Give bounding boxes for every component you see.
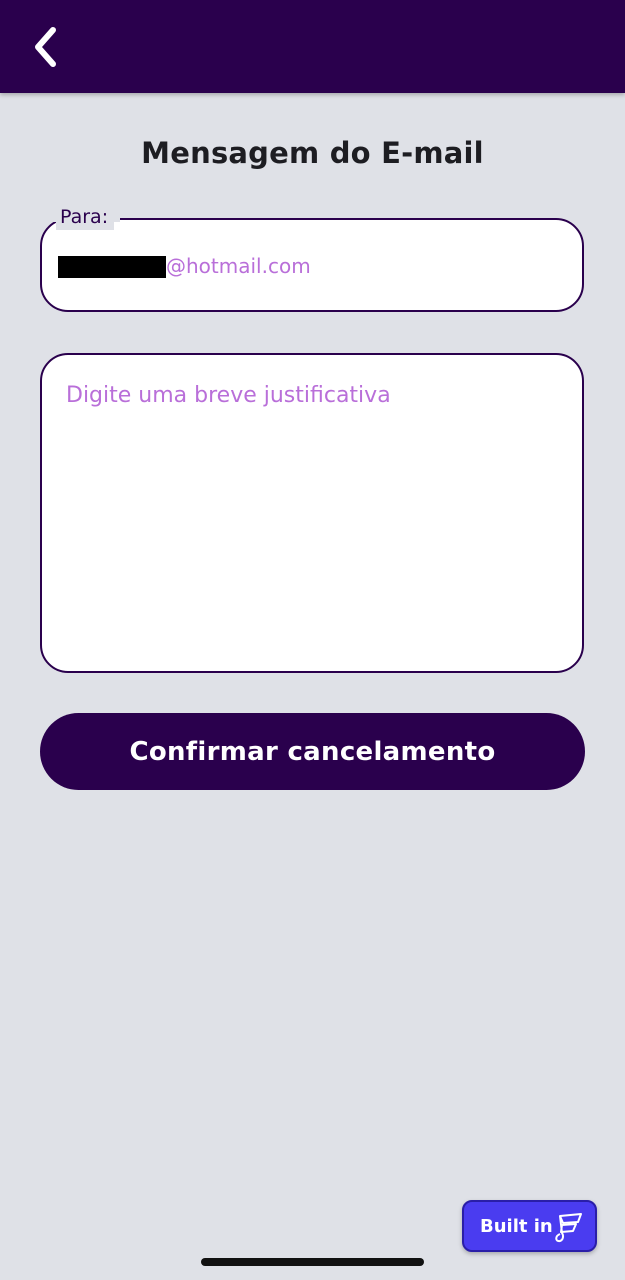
recipient-label: Para: (56, 204, 115, 230)
back-button[interactable] (24, 22, 68, 72)
built-in-badge[interactable]: Built in (462, 1200, 597, 1252)
justification-textarea[interactable] (40, 353, 584, 673)
home-indicator (201, 1258, 424, 1266)
chevron-left-icon (35, 27, 56, 67)
confirm-cancellation-button[interactable]: Confirmar cancelamento (40, 713, 585, 790)
page-title: Mensagem do E-mail (141, 136, 484, 170)
app-bar (0, 0, 625, 93)
built-in-label: Built in (480, 1215, 553, 1237)
recipient-email-domain: @hotmail.com (166, 254, 311, 278)
redacted-email-user (58, 256, 166, 278)
flutterflow-logo-icon (555, 1213, 582, 1243)
